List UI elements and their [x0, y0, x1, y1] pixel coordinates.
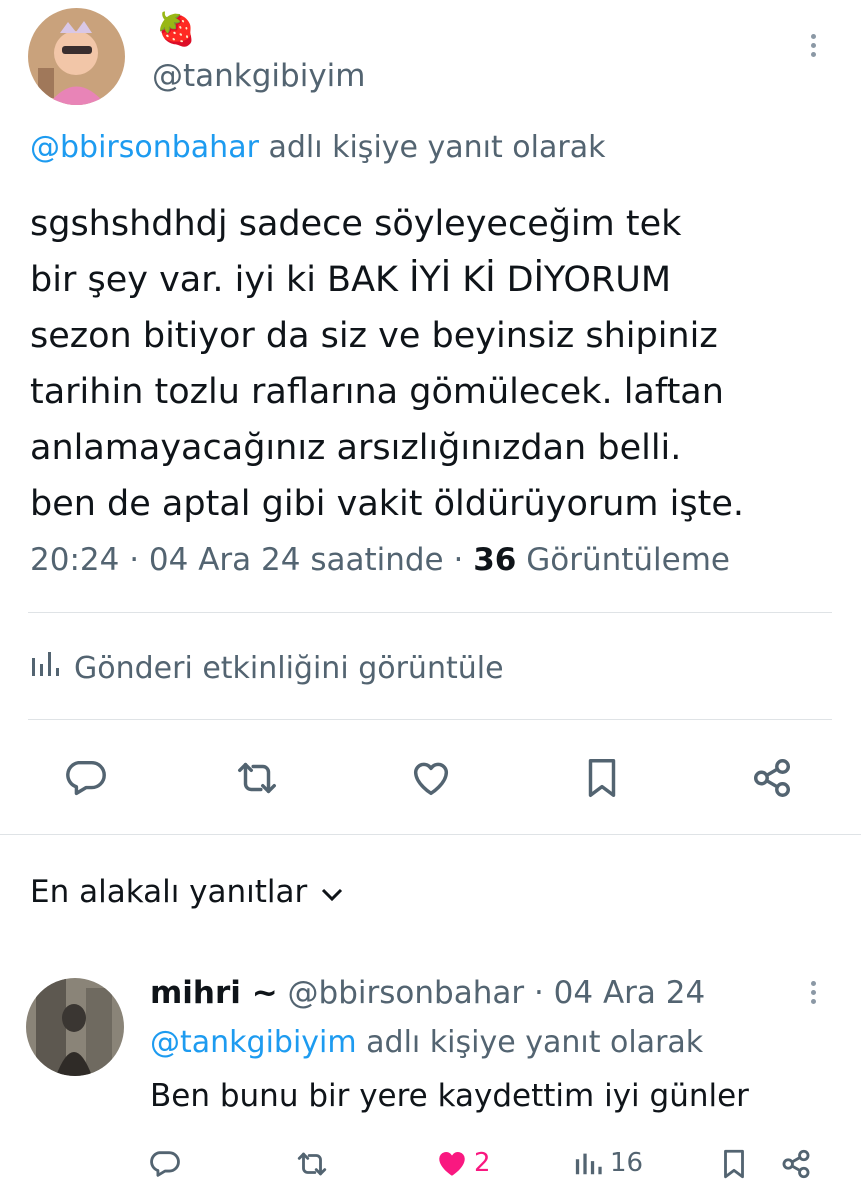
reply-header: mihri ~ @bbirsonbahar · 04 Ara 24 [150, 975, 705, 1011]
post-body-line: sgshshdhdj sadece söyleyeceğim tek [30, 204, 682, 244]
bookmark-icon [724, 1149, 744, 1179]
reply-icon [66, 760, 106, 796]
replies-sort-dropdown[interactable]: En alakalı yanıtlar [30, 874, 343, 910]
reply-to-suffix: adlı kişiye yanıt olarak [268, 130, 606, 165]
reply-like-button[interactable]: 2 [434, 1146, 491, 1180]
reply-author-name[interactable]: mihri ~ [150, 975, 278, 1011]
reply-author-avatar[interactable] [26, 978, 124, 1076]
analytics-icon [575, 1153, 602, 1175]
reply-views-button[interactable]: 16 [574, 1148, 643, 1178]
like-icon [413, 762, 449, 796]
share-icon [782, 1149, 810, 1179]
reply-button[interactable] [60, 752, 112, 804]
reply-date[interactable]: 04 Ara 24 [554, 975, 706, 1011]
reply-context: @tankgibiyim adlı kişiye yanıt olarak [150, 1025, 703, 1060]
author-display-name[interactable]: 🍓 [156, 10, 196, 48]
liked-heart-icon [439, 1151, 465, 1176]
bookmark-button[interactable] [576, 752, 628, 804]
reply-share-button[interactable] [776, 1144, 816, 1184]
reply-to-handle-link[interactable]: @bbirsonbahar [30, 130, 259, 165]
reply-separator: · [533, 975, 544, 1011]
reply-views-count: 16 [610, 1148, 644, 1178]
post-body-line: ben de aptal gibi vakit öldürüyorum işte… [30, 484, 744, 524]
bookmark-icon [588, 759, 616, 797]
reply-icon [150, 1151, 180, 1177]
post-body-line: tarihin tozlu raflarına gömülecek. lafta… [30, 372, 724, 412]
post-activity-label: Gönderi etkinliğini görüntüle [74, 650, 504, 686]
post-date[interactable]: 04 Ara 24 saatinde [149, 542, 444, 578]
views-label: Görüntüleme [526, 542, 731, 578]
retweet-icon [238, 762, 276, 794]
meta-separator: · [453, 542, 464, 578]
post-body-line: sezon bitiyor da siz ve beyinsiz shipini… [30, 316, 718, 356]
section-divider [0, 834, 861, 835]
reply-reply-button[interactable] [145, 1144, 185, 1184]
reply-text: Ben bunu bir yere kaydettim iyi günler [150, 1078, 749, 1114]
reply-bookmark-button[interactable] [714, 1144, 754, 1184]
meta-separator: · [129, 542, 140, 578]
reply-to-handle-link[interactable]: @tankgibiyim [150, 1025, 357, 1060]
reply-to-suffix: adlı kişiye yanıt olarak [366, 1025, 704, 1060]
post-body: sgshshdhdj sadece söyleyeceğim tek bir ş… [30, 196, 744, 532]
post-body-line: bir şey var. iyi ki BAK İYİ Kİ DİYORUM [30, 260, 672, 300]
retweet-button[interactable] [230, 752, 284, 804]
post-body-line: anlamayacağınız arsızlığınızdan belli. [30, 428, 682, 468]
reply-retweet-button[interactable] [290, 1144, 334, 1184]
retweet-icon [297, 1152, 327, 1176]
share-button[interactable] [746, 752, 798, 804]
like-button[interactable] [405, 752, 457, 804]
post-time[interactable]: 20:24 [30, 542, 119, 578]
reply-more-options-icon[interactable] [808, 981, 818, 1008]
divider [28, 719, 832, 720]
post-meta: 20:24 · 04 Ara 24 saatinde · 36 Görüntül… [30, 542, 730, 578]
analytics-icon [30, 650, 62, 686]
author-avatar[interactable] [28, 8, 125, 105]
more-options-icon[interactable] [808, 34, 818, 61]
views-count: 36 [473, 542, 517, 578]
replies-sort-label: En alakalı yanıtlar [30, 874, 308, 910]
reply-context: @bbirsonbahar adlı kişiye yanıt olarak [30, 130, 605, 165]
chevron-down-icon [321, 874, 343, 910]
author-handle[interactable]: @tankgibiyim [152, 58, 366, 94]
post-activity-link[interactable]: Gönderi etkinliğini görüntüle [30, 650, 504, 686]
reply-like-count: 2 [474, 1148, 491, 1178]
divider [28, 612, 832, 613]
reply-author-handle[interactable]: @bbirsonbahar [288, 975, 525, 1011]
share-icon [753, 759, 791, 797]
